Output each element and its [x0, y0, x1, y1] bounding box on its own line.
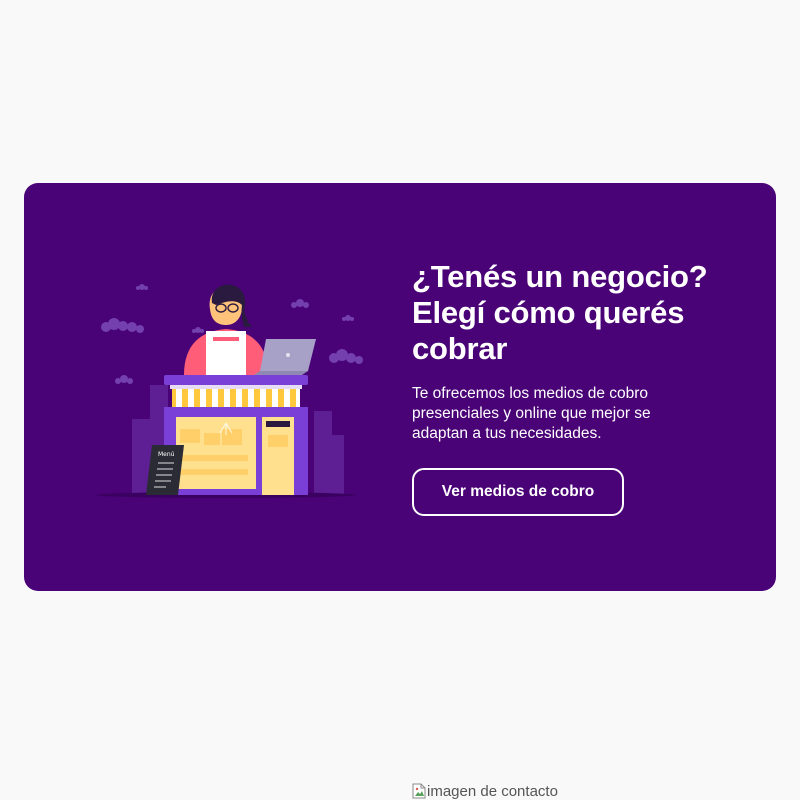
- shopkeeper-storefront-illustration: Menú: [96, 284, 363, 498]
- promo-card: Menú ¿Tenés un negocio? Elegí cómo queré…: [24, 183, 776, 591]
- contact-image-alt-text: imagen de contacto: [427, 782, 558, 800]
- promo-description: Te ofrecemos los medios de cobro presenc…: [412, 385, 651, 442]
- broken-image-icon: [412, 783, 426, 799]
- page: Menú ¿Tenés un negocio? Elegí cómo queré…: [0, 0, 800, 800]
- ver-medios-de-cobro-button[interactable]: Ver medios de cobro: [412, 468, 624, 516]
- menu-board-text: Menú: [158, 451, 175, 458]
- promo-title: ¿Tenés un negocio? Elegí cómo querés cob…: [412, 259, 708, 366]
- promo-text-block: ¿Tenés un negocio? Elegí cómo querés cob…: [412, 259, 732, 516]
- contact-image: imagen de contacto: [412, 782, 558, 800]
